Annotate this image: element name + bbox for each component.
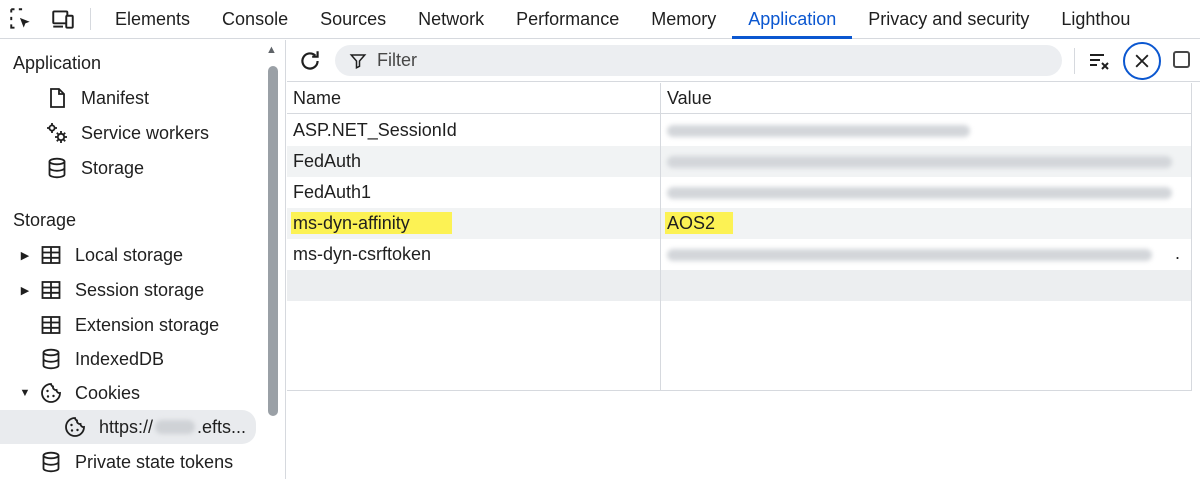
- panel-tabs: Elements Console Sources Network Performance…: [99, 0, 1146, 39]
- tab-application[interactable]: Application: [732, 0, 853, 39]
- cookies-toolbar: [287, 40, 1200, 82]
- clear-filter-icon: [1090, 54, 1109, 70]
- cookies-panel: Name Value ASP.NET_SessionId FedAuth FedAu…: [287, 40, 1200, 479]
- filter-icon: [349, 53, 367, 69]
- cookie-name: ms-dyn-affinity: [291, 212, 452, 234]
- expand-arrow-icon[interactable]: ▼: [18, 387, 32, 399]
- devtools-tab-bar: Elements Console Sources Network Performance…: [0, 0, 1200, 39]
- table-row[interactable]: FedAuth: [287, 146, 1192, 177]
- sidebar-item-label: IndexedDB: [75, 348, 165, 369]
- refresh-icon: [301, 51, 319, 70]
- redacted-cookie-value: [667, 249, 1152, 261]
- tab-memory[interactable]: Memory: [635, 0, 732, 38]
- sidebar-item-indexeddb[interactable]: IndexedDB: [0, 342, 280, 376]
- application-section-header: Application: [13, 53, 102, 73]
- tab-privacy-and-security[interactable]: Privacy and security: [852, 0, 1045, 38]
- database-icon: [44, 155, 70, 181]
- sidebar-item-label: Manifest: [81, 87, 150, 108]
- tab-lighthou[interactable]: Lighthou: [1045, 0, 1146, 38]
- table-row-empty[interactable]: [287, 270, 1192, 301]
- scroll-up-arrow-icon[interactable]: ▲: [266, 44, 277, 56]
- cookie-origin-prefix: https://: [99, 416, 154, 437]
- sidebar-item-cookies[interactable]: ▼ Cookies: [0, 376, 280, 410]
- database-icon: [38, 346, 64, 372]
- inspect-element-icon[interactable]: [0, 0, 42, 38]
- clear-filtered-button[interactable]: [1085, 47, 1113, 75]
- sidebar-item-label: Private state tokens: [75, 451, 234, 472]
- redacted-cookie-value: [667, 187, 1172, 199]
- tab-elements[interactable]: Elements: [99, 0, 206, 38]
- sidebar-item-label: Extension storage: [75, 314, 220, 335]
- table-header: Name Value: [287, 83, 1192, 114]
- tab-sources[interactable]: Sources: [304, 0, 402, 38]
- sidebar-item-label: Cookies: [75, 382, 141, 403]
- redacted-text: [155, 420, 196, 434]
- database-icon: [38, 449, 64, 475]
- cookie-value: AOS2: [665, 212, 734, 234]
- table-row[interactable]: ms-dyn-affinity AOS2: [287, 208, 1192, 239]
- table-icon: [38, 277, 64, 303]
- expand-arrow-icon[interactable]: ▶: [18, 284, 32, 297]
- table-row[interactable]: ASP.NET_SessionId: [287, 115, 1192, 146]
- cookie-name: ASP.NET_SessionId: [293, 120, 457, 140]
- sidebar-item-label: Local storage: [75, 244, 184, 265]
- refresh-button[interactable]: [295, 46, 325, 76]
- tab-network[interactable]: Network: [402, 0, 500, 38]
- document-icon: [44, 85, 70, 111]
- tab-performance[interactable]: Performance: [500, 0, 635, 38]
- sidebar-item-extension-storage[interactable]: Extension storage: [0, 308, 280, 342]
- sidebar-item-storage[interactable]: Storage: [0, 151, 280, 185]
- sidebar-item-local-storage[interactable]: ▶ Local storage: [0, 238, 280, 272]
- column-divider[interactable]: [660, 83, 661, 391]
- sidebar-item-manifest[interactable]: Manifest: [0, 81, 280, 115]
- filter-input[interactable]: [377, 50, 1017, 71]
- sidebar-item-label: Session storage: [75, 279, 205, 300]
- cookie-icon: [62, 414, 88, 440]
- table-icon: [38, 312, 64, 338]
- sidebar-item-label: Service workers: [81, 122, 210, 143]
- filter-field[interactable]: [335, 45, 1062, 76]
- cookie-origin-suffix: .efts...: [197, 416, 247, 437]
- sidebar-item-cookie-origin[interactable]: https:// .efts...: [0, 410, 256, 444]
- value-trailing-text: .: [1175, 243, 1181, 263]
- search-highlight: ms-dyn-affinity: [291, 212, 452, 234]
- table-row[interactable]: ms-dyn-csrftoken.: [287, 239, 1192, 270]
- application-sidebar: ▲ Application Manifest Service workers Sto…: [0, 40, 286, 479]
- table-icon: [38, 242, 64, 268]
- sidebar-item-service-workers[interactable]: Service workers: [0, 116, 280, 150]
- tab-console[interactable]: Console: [206, 0, 304, 38]
- sidebar-item-label: Storage: [81, 157, 145, 178]
- cookie-name: FedAuth1: [293, 182, 372, 202]
- only-show-issues-checkbox[interactable]: [1173, 51, 1190, 68]
- cookie-name: FedAuth: [293, 151, 362, 171]
- column-divider: [1191, 83, 1192, 391]
- toolbar-divider: [90, 8, 91, 30]
- cookies-table: Name Value ASP.NET_SessionId FedAuth FedAu…: [287, 83, 1192, 391]
- sidebar-item-private-state-tokens[interactable]: Private state tokens: [0, 445, 280, 479]
- device-toolbar-icon[interactable]: [42, 0, 84, 38]
- expand-arrow-icon[interactable]: ▶: [18, 249, 32, 262]
- storage-section-header: Storage: [13, 210, 77, 230]
- cookie-icon: [38, 380, 64, 406]
- toolbar-divider: [1074, 48, 1075, 74]
- clear-all-cookies-button[interactable]: [1123, 42, 1161, 80]
- name-column-header[interactable]: Name: [293, 88, 341, 109]
- redacted-cookie-value: [667, 125, 970, 137]
- sidebar-item-session-storage[interactable]: ▶ Session storage: [0, 273, 280, 307]
- cookie-name: ms-dyn-csrftoken: [293, 244, 432, 264]
- search-highlight: AOS2: [665, 212, 734, 234]
- value-column-header[interactable]: Value: [667, 88, 712, 109]
- gears-icon: [44, 120, 70, 146]
- close-icon: [1135, 54, 1149, 68]
- table-row[interactable]: FedAuth1: [287, 177, 1192, 208]
- redacted-cookie-value: [667, 156, 1172, 168]
